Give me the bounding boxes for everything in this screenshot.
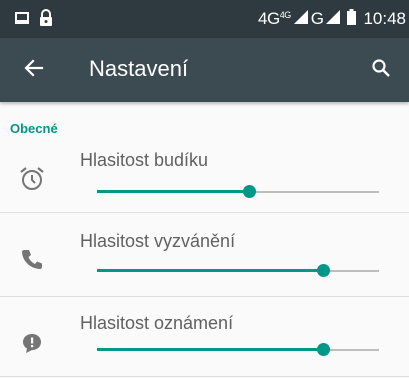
setting-row-notification-volume: Hlasitost oznámení xyxy=(0,297,409,377)
section-header: Obecné xyxy=(10,121,58,136)
alarm-clock-icon xyxy=(18,165,46,193)
battery-icon xyxy=(347,8,357,30)
back-button[interactable] xyxy=(20,56,48,84)
status-bar: 4G4G G 10:48 xyxy=(0,0,409,38)
phone-icon xyxy=(18,245,46,273)
slider-fill xyxy=(97,269,323,272)
network-type-1-sup: 4G xyxy=(279,10,292,20)
notification-alert-icon xyxy=(18,329,46,357)
slider-thumb[interactable] xyxy=(243,185,257,198)
alarm-volume-slider[interactable] xyxy=(97,184,379,200)
page-title: Nastavení xyxy=(89,56,189,81)
network-type-1: 4G4G xyxy=(258,9,292,28)
divider xyxy=(0,376,409,377)
search-icon xyxy=(371,58,391,83)
notification-image-icon xyxy=(14,10,30,31)
setting-label: Hlasitost budíku xyxy=(80,150,209,170)
slider-thumb[interactable] xyxy=(316,343,330,356)
arrow-back-icon xyxy=(24,58,44,83)
app-bar: Nastavení xyxy=(0,38,409,102)
signal-icon xyxy=(293,9,308,29)
slider-fill xyxy=(97,190,250,193)
slider-fill xyxy=(97,348,323,351)
search-button[interactable] xyxy=(367,56,395,84)
slider-thumb[interactable] xyxy=(316,264,330,277)
clock-time: 10:48 xyxy=(363,9,406,28)
setting-row-alarm-volume: Hlasitost budíku xyxy=(0,141,409,221)
setting-row-ringtone-volume: Hlasitost vyzvánění xyxy=(0,213,409,293)
network-type-2: G xyxy=(310,9,324,28)
status-right-icons: 4G4G G 10:48 xyxy=(258,0,409,38)
ringtone-volume-slider[interactable] xyxy=(97,263,379,279)
signal-icon xyxy=(326,9,341,29)
status-left-icons xyxy=(14,9,54,32)
lock-icon xyxy=(38,9,54,32)
setting-label: Hlasitost vyzvánění xyxy=(80,231,236,251)
notification-volume-slider[interactable] xyxy=(97,342,379,358)
setting-label: Hlasitost oznámení xyxy=(80,313,234,333)
